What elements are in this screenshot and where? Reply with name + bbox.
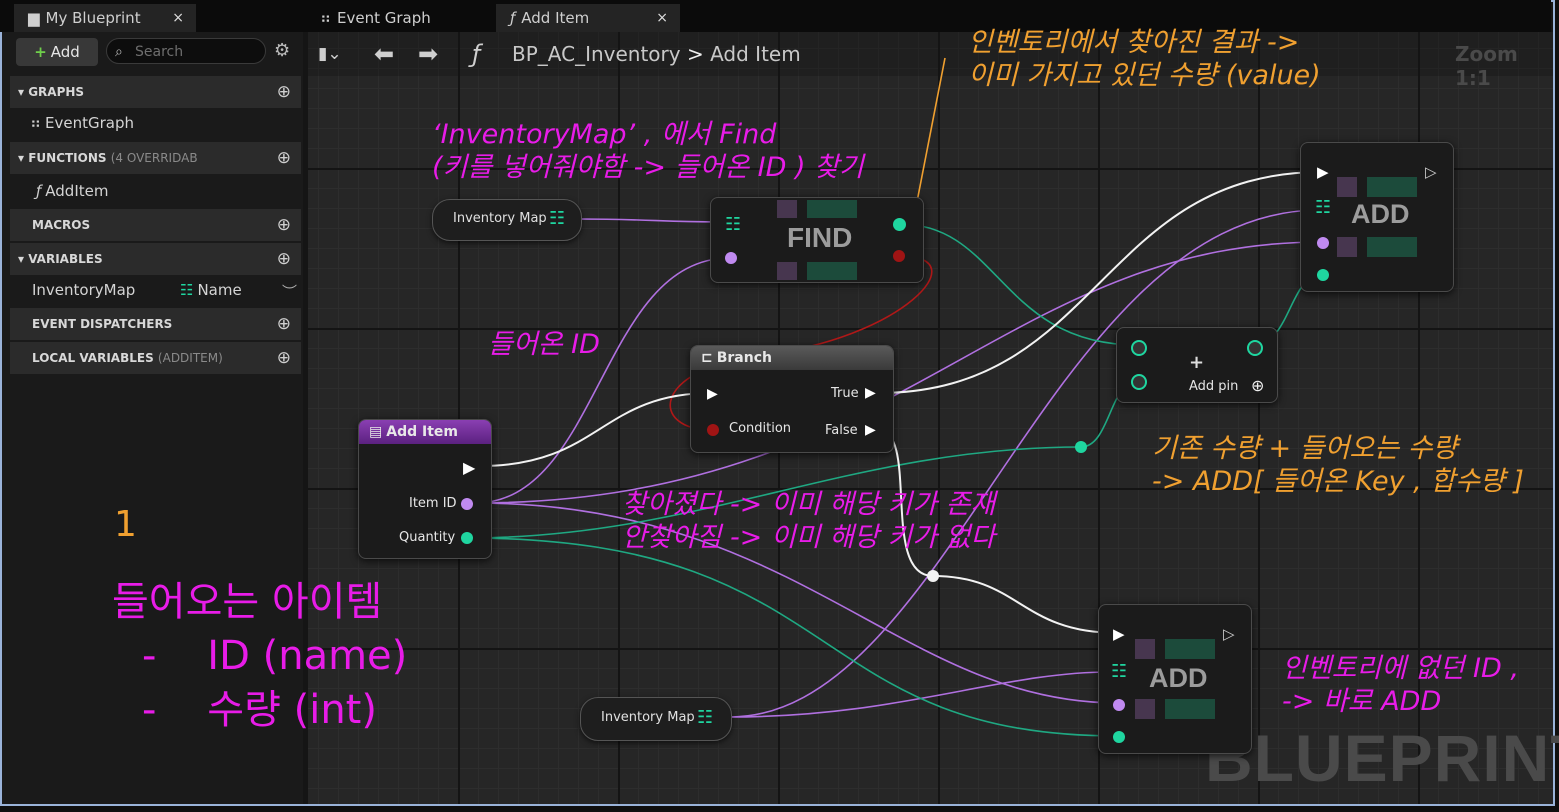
annotation-number: 1 (114, 504, 137, 545)
true-exec-pin[interactable]: ▶ (865, 385, 876, 401)
branch-icon: ⊏ (701, 350, 713, 366)
annotation-bullet-qty: - 수량 (int) (142, 687, 377, 733)
node-title: ADD (1149, 663, 1208, 693)
function-entry-icon: ▤ (369, 424, 383, 440)
b-input-pin[interactable] (1131, 374, 1147, 390)
quantity-label: Quantity (399, 530, 456, 545)
map-add-node-top[interactable]: ▶ ▷ ADD ☷ (1300, 142, 1454, 292)
item-id-pin[interactable] (461, 498, 473, 510)
annotation-sum-desc: 기존 수량 + 들어오는 수량 -> ADD[ 들어온 Key , 합수량 ] (1152, 433, 1524, 497)
add-pin-label[interactable]: Add pin (1189, 379, 1238, 394)
exec-output-pin[interactable]: ▷ (1223, 625, 1235, 643)
inventory-map-getter[interactable]: Inventory Map ☷ (432, 199, 582, 241)
exec-input-pin[interactable]: ▶ (707, 386, 718, 402)
reroute-node[interactable] (1075, 441, 1087, 453)
a-input-pin[interactable] (1131, 340, 1147, 356)
node-title: Add Item (386, 424, 458, 440)
annotation-find-desc: ‘InventoryMap’ , 에서 Find (키를 넣어줘야함 -> 들어… (432, 119, 864, 183)
find-node[interactable]: FIND ☷ (710, 197, 924, 283)
node-label: Inventory Map (601, 710, 695, 725)
found-output-pin[interactable] (893, 250, 905, 262)
quantity-pin[interactable] (461, 532, 473, 544)
key-input-pin[interactable] (1317, 237, 1329, 249)
condition-label: Condition (729, 421, 792, 436)
node-title: Branch (716, 350, 772, 366)
value-output-pin[interactable] (893, 218, 906, 231)
result-output-pin[interactable] (1247, 340, 1263, 356)
node-title: ADD (1351, 199, 1410, 229)
key-input-pin[interactable] (1113, 699, 1125, 711)
inventory-map-getter[interactable]: Inventory Map ☷ (580, 697, 732, 741)
annotation-leader-line (914, 57, 946, 213)
exec-output-pin[interactable]: ▶ (463, 458, 475, 477)
key-input-pin[interactable] (725, 252, 737, 264)
map-add-node-bottom[interactable]: ▶ ▷ ADD ☷ (1098, 604, 1252, 754)
wire-exec-to-branch (479, 392, 713, 467)
map-pin-icon[interactable]: ☷ (549, 208, 565, 229)
item-id-label: Item ID (409, 496, 457, 511)
annotation-incoming-id: 들어온 ID (488, 329, 600, 360)
wire-map-to-find (577, 218, 721, 223)
reroute-node[interactable] (927, 570, 939, 582)
false-label: False (825, 423, 858, 438)
branch-node[interactable]: ⊏ Branch ▶ Condition True ▶ False ▶ (690, 345, 894, 453)
add-pin-math-node[interactable]: + Add pin ⊕ (1116, 327, 1278, 403)
node-label: Inventory Map (453, 211, 547, 226)
value-input-pin[interactable] (1113, 731, 1125, 743)
wire-map-to-add-bottom (729, 671, 1111, 718)
plus-icon: + (1189, 352, 1205, 373)
map-pin-icon[interactable]: ☷ (1111, 661, 1127, 682)
node-title: FIND (787, 222, 853, 253)
false-exec-pin[interactable]: ▶ (865, 422, 876, 438)
entry-header: ▤ Add Item (359, 420, 491, 444)
exec-input-pin[interactable]: ▶ (1113, 625, 1125, 643)
exec-input-pin[interactable]: ▶ (1317, 163, 1329, 181)
add-circle-icon[interactable]: ⊕ (1251, 376, 1264, 395)
annotation-found-desc: 찾아졌다 -> 이미 해당 키가 존재 안찾아짐 -> 이미 해당 키가 없다 (622, 489, 996, 553)
true-label: True (831, 386, 859, 401)
annotation-bullet-id: - ID (name) (142, 633, 408, 679)
add-item-entry-node[interactable]: ▤ Add Item ▶ Item ID Quantity (358, 419, 492, 559)
branch-header: ⊏ Branch (691, 346, 893, 370)
annotation-not-found-desc: 인벤토리에 없던 ID , -> 바로 ADD (1282, 653, 1519, 717)
map-pin-icon[interactable]: ☷ (697, 707, 713, 728)
map-pin-icon[interactable]: ☷ (725, 214, 741, 235)
exec-output-pin[interactable]: ▷ (1425, 163, 1437, 181)
condition-pin[interactable] (707, 424, 719, 436)
value-input-pin[interactable] (1317, 269, 1329, 281)
map-pin-icon[interactable]: ☷ (1315, 197, 1331, 218)
annotation-find-result: 인벤토리에서 찾아진 결과 -> 이미 가지고 있던 수량 (value) (968, 27, 1321, 91)
wire-qty-to-add-bottom (467, 537, 1119, 737)
annotation-incoming-item: 들어오는 아이템 (112, 579, 383, 625)
